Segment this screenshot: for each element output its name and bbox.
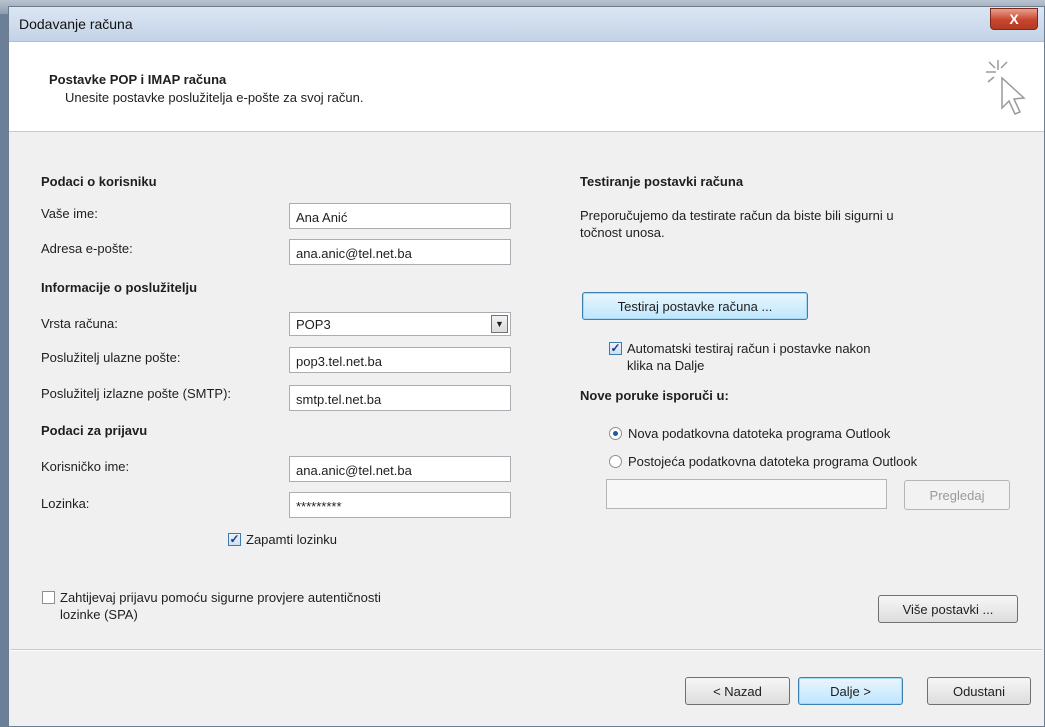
login-heading: Podaci za prijavu [41, 423, 148, 438]
password-field[interactable]: ********* [289, 492, 511, 518]
auto-test-label-line1[interactable]: Automatski testiraj račun i postavke nak… [627, 341, 871, 356]
cancel-button[interactable]: Odustani [927, 677, 1031, 705]
existing-datafile-path [606, 479, 887, 509]
new-datafile-label[interactable]: Nova podatkovna datoteka programa Outloo… [628, 426, 890, 441]
account-type-label: Vrsta računa: [41, 316, 118, 331]
header-subtitle: Unesite postavke poslužitelja e-pošte za… [65, 90, 364, 105]
username-field[interactable]: ana.anic@tel.net.ba [289, 456, 511, 482]
auto-test-label-line2[interactable]: klika na Dalje [627, 358, 704, 373]
email-label: Adresa e-pošte: [41, 241, 133, 256]
remember-password-checkbox[interactable]: ✓ [228, 533, 241, 546]
outgoing-server-label: Poslužitelj izlazne pošte (SMTP): [41, 386, 232, 401]
incoming-server-label: Poslužitelj ulazne pošte: [41, 350, 181, 365]
test-description-line1: Preporučujemo da testirate račun da bist… [580, 208, 894, 223]
deliver-heading: Nove poruke isporuči u: [580, 388, 729, 403]
browse-button: Pregledaj [904, 480, 1010, 510]
spa-checkbox[interactable] [42, 591, 55, 604]
auto-test-checkbox[interactable]: ✓ [609, 342, 622, 355]
chevron-down-icon[interactable]: ▼ [491, 315, 508, 333]
more-settings-button[interactable]: Više postavki ... [878, 595, 1018, 623]
account-type-select[interactable]: POP3 ▼ [289, 312, 511, 336]
existing-datafile-radio[interactable] [609, 455, 622, 468]
header-title: Postavke POP i IMAP računa [49, 72, 227, 87]
outgoing-server-field[interactable]: smtp.tel.net.ba [289, 385, 511, 411]
username-label: Korisničko ime: [41, 459, 130, 474]
cursor-click-icon [986, 60, 1026, 115]
name-field[interactable]: Ana Anić [289, 203, 511, 229]
password-label: Lozinka: [41, 496, 90, 511]
account-type-value: POP3 [296, 317, 331, 332]
email-field[interactable]: ana.anic@tel.net.ba [289, 239, 511, 265]
test-settings-button[interactable]: Testiraj postavke računa ... [582, 292, 808, 320]
back-button[interactable]: < Nazad [685, 677, 790, 705]
existing-datafile-label[interactable]: Postojeća podatkovna datoteka programa O… [628, 454, 917, 469]
title-bar: Dodavanje računa X [9, 7, 1044, 42]
spa-label-line1[interactable]: Zahtijevaj prijavu pomoću sigurne provje… [60, 590, 381, 605]
footer-divider [11, 649, 1042, 651]
test-description-line2: točnost unosa. [580, 225, 665, 240]
next-button[interactable]: Dalje > [798, 677, 903, 705]
close-icon: X [1009, 11, 1019, 27]
close-button[interactable]: X [990, 8, 1038, 30]
name-label: Vaše ime: [41, 206, 98, 221]
dialog-header: Postavke POP i IMAP računa Unesite posta… [9, 42, 1044, 132]
new-datafile-radio[interactable] [609, 427, 622, 440]
window-title: Dodavanje računa [19, 16, 133, 32]
incoming-server-field[interactable]: pop3.tel.net.ba [289, 347, 511, 373]
spa-label-line2[interactable]: lozinke (SPA) [60, 607, 138, 622]
test-heading: Testiranje postavki računa [580, 174, 744, 189]
add-account-dialog: Dodavanje računa X Postavke POP i IMAP r… [8, 6, 1045, 727]
user-info-heading: Podaci o korisniku [41, 174, 157, 189]
remember-password-label[interactable]: Zapamti lozinku [246, 532, 337, 547]
server-info-heading: Informacije o poslužitelju [41, 280, 198, 295]
